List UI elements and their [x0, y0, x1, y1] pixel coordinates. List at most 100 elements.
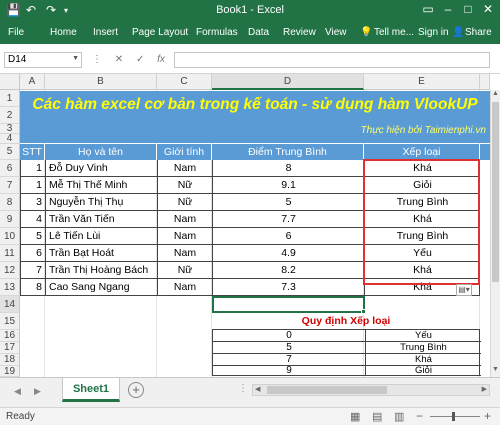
cell-score[interactable]: 6: [213, 228, 364, 245]
save-icon[interactable]: 💾: [6, 3, 21, 17]
column-header-c[interactable]: C: [157, 74, 212, 90]
enter-icon[interactable]: ✓: [136, 54, 144, 65]
row-header[interactable]: 13: [0, 279, 20, 296]
cancel-icon[interactable]: ✕: [115, 54, 123, 65]
tab-data[interactable]: Data: [248, 27, 269, 38]
column-header-f[interactable]: [480, 74, 490, 90]
rules-title[interactable]: Quy định Xếp loại: [212, 313, 480, 330]
redo-icon[interactable]: ↷: [46, 3, 56, 17]
row-header[interactable]: 1: [0, 90, 20, 107]
scroll-left-icon[interactable]: ◀: [255, 385, 260, 393]
scroll-up-icon[interactable]: ▲: [491, 90, 500, 100]
tab-insert[interactable]: Insert: [93, 27, 118, 38]
cell-gender[interactable]: Nam: [158, 279, 212, 296]
close-icon[interactable]: ✕: [480, 2, 496, 16]
cell-score[interactable]: 9.1: [213, 177, 364, 194]
insert-function-icon[interactable]: fx: [157, 54, 165, 65]
cell-name[interactable]: Trần Bạt Hoát: [46, 245, 157, 262]
rule-min[interactable]: 5: [213, 342, 365, 353]
row-header[interactable]: 11: [0, 245, 20, 262]
row-header[interactable]: 16: [0, 330, 20, 342]
cell-stt[interactable]: 6: [21, 245, 45, 262]
cell-name[interactable]: Đỗ Duy Vinh: [46, 160, 157, 177]
chevron-down-icon[interactable]: ▼: [72, 55, 79, 62]
row-header[interactable]: 14: [0, 296, 20, 313]
tell-me-box[interactable]: Tell me...: [374, 27, 414, 38]
zoom-slider[interactable]: [430, 416, 480, 417]
rule-grade[interactable]: Trung Bình: [366, 342, 481, 353]
scroll-right-icon[interactable]: ▶: [482, 385, 487, 393]
name-box[interactable]: D14 ▼: [4, 52, 82, 68]
cell-score[interactable]: 4.9: [213, 245, 364, 262]
vertical-scrollbar[interactable]: ▲ ▼: [490, 90, 500, 377]
row-header[interactable]: 17: [0, 342, 20, 354]
cell-score[interactable]: 8: [213, 160, 364, 177]
normal-view-icon[interactable]: ▦: [350, 410, 360, 423]
cell-gender[interactable]: Nam: [158, 228, 212, 245]
tab-view[interactable]: View: [325, 27, 347, 38]
sign-in-link[interactable]: Sign in: [418, 27, 449, 38]
cell-name[interactable]: Trần Thị Hoàng Bách: [46, 262, 157, 279]
cell-gender[interactable]: Nữ: [158, 194, 212, 211]
horizontal-scrollbar[interactable]: ◀ ▶: [252, 384, 490, 396]
row-header[interactable]: 10: [0, 228, 20, 245]
more-options-icon[interactable]: ⋮: [238, 383, 248, 394]
cell-name[interactable]: Lê Tiến Lùi: [46, 228, 157, 245]
cell-score[interactable]: 5: [213, 194, 364, 211]
ribbon-display-icon[interactable]: ▭: [420, 2, 436, 16]
formula-input[interactable]: [174, 52, 490, 68]
page-layout-view-icon[interactable]: ▤: [372, 410, 382, 423]
column-header-e[interactable]: E: [364, 74, 480, 90]
cell-name[interactable]: Cao Sang Ngang: [46, 279, 157, 296]
rule-min[interactable]: 7: [213, 354, 365, 365]
rule-min[interactable]: 0: [213, 330, 365, 341]
add-sheet-icon[interactable]: +: [128, 382, 144, 398]
tab-file[interactable]: File: [8, 27, 24, 38]
cell-stt[interactable]: 3: [21, 194, 45, 211]
scroll-thumb[interactable]: [492, 102, 499, 282]
row-header[interactable]: 4: [0, 134, 20, 144]
rule-min[interactable]: 9: [213, 366, 365, 376]
cell-gender[interactable]: Nữ: [158, 177, 212, 194]
cell-stt[interactable]: 4: [21, 211, 45, 228]
cell-name[interactable]: Trần Văn Tiến: [46, 211, 157, 228]
share-icon[interactable]: 👤: [452, 27, 464, 38]
cell-name[interactable]: Nguyễn Thị Thụ: [46, 194, 157, 211]
scroll-down-icon[interactable]: ▼: [491, 366, 500, 376]
tab-review[interactable]: Review: [283, 27, 316, 38]
cell-gender[interactable]: Nam: [158, 211, 212, 228]
zoom-out-icon[interactable]: −: [416, 409, 423, 423]
cell-score[interactable]: 7.7: [213, 211, 364, 228]
cell-gender[interactable]: Nữ: [158, 262, 212, 279]
cell-name[interactable]: Mễ Thị Thế Minh: [46, 177, 157, 194]
tab-formulas[interactable]: Formulas: [196, 27, 238, 38]
row-header[interactable]: 18: [0, 354, 20, 366]
column-header-b[interactable]: B: [45, 74, 157, 90]
row-header[interactable]: 12: [0, 262, 20, 279]
tab-page-layout[interactable]: Page Layout: [132, 27, 188, 38]
cell-score[interactable]: 8.2: [213, 262, 364, 279]
prev-sheet-icon[interactable]: ◀: [14, 386, 21, 397]
zoom-in-icon[interactable]: +: [484, 409, 491, 423]
select-all-corner[interactable]: [0, 74, 20, 90]
sheet-tab-sheet1[interactable]: Sheet1: [62, 378, 120, 402]
cell-gender[interactable]: Nam: [158, 160, 212, 177]
cell-gender[interactable]: Nam: [158, 245, 212, 262]
cell-stt[interactable]: 5: [21, 228, 45, 245]
row-header[interactable]: 15: [0, 313, 20, 330]
page-break-view-icon[interactable]: ▥: [394, 410, 404, 423]
next-sheet-icon[interactable]: ▶: [34, 386, 41, 397]
rule-grade[interactable]: Khá: [366, 354, 481, 365]
row-header[interactable]: 19: [0, 366, 20, 377]
hscroll-thumb[interactable]: [267, 386, 387, 394]
undo-icon[interactable]: ↶: [26, 3, 36, 17]
rule-grade[interactable]: Yếu: [366, 330, 481, 341]
rule-grade[interactable]: Giỏi: [366, 366, 481, 376]
row-header[interactable]: 7: [0, 177, 20, 194]
row-header[interactable]: 6: [0, 160, 20, 177]
cell-stt[interactable]: 1: [21, 160, 45, 177]
maximize-icon[interactable]: □: [460, 2, 476, 16]
zoom-slider-handle[interactable]: [452, 412, 455, 421]
tab-home[interactable]: Home: [50, 27, 77, 38]
column-header-a[interactable]: A: [20, 74, 45, 90]
